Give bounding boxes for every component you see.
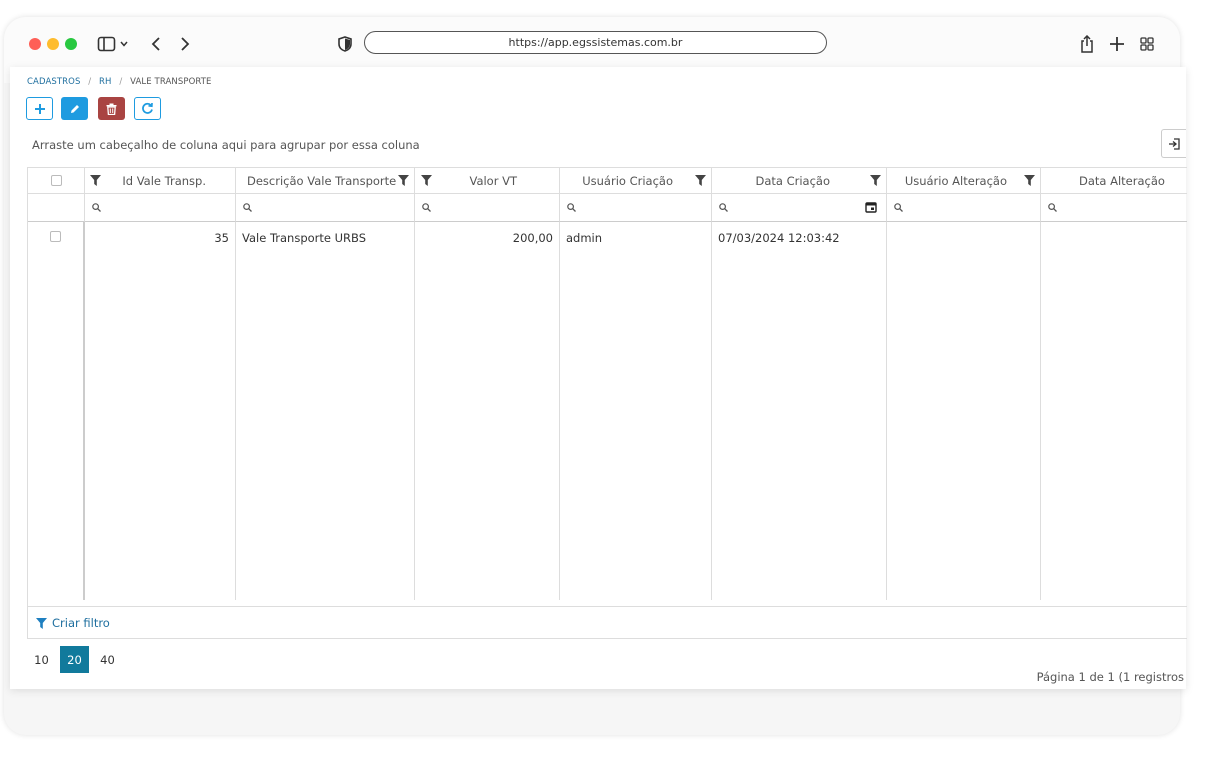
- sidebar-toggle-icon[interactable]: [97, 33, 131, 55]
- column-label: Usuário Criação: [582, 173, 673, 188]
- address-bar[interactable]: https://app.egssistemas.com.br: [364, 31, 827, 54]
- row-checkbox[interactable]: [50, 231, 61, 242]
- search-icon: [567, 203, 576, 212]
- search-icon: [1048, 203, 1057, 212]
- filter-cell-valor[interactable]: [415, 194, 560, 222]
- share-icon[interactable]: [1076, 33, 1098, 55]
- table-cell-usuario-alteracao[interactable]: [887, 222, 1041, 600]
- filter-funnel-icon[interactable]: [1024, 175, 1035, 186]
- filter-cell-empty: [28, 194, 85, 222]
- back-icon[interactable]: [145, 33, 167, 55]
- column-header-data-criacao[interactable]: Data Criação: [712, 168, 887, 194]
- filter-funnel-icon[interactable]: [90, 175, 101, 186]
- filter-funnel-icon[interactable]: [870, 175, 881, 186]
- search-icon: [719, 203, 728, 212]
- filter-cell-descricao[interactable]: [236, 194, 415, 222]
- filter-cell-data-criacao[interactable]: [712, 194, 887, 222]
- breadcrumb-item-cadastros[interactable]: CADASTROS: [27, 77, 80, 87]
- search-icon: [894, 203, 903, 212]
- filter-cell-usuario-alteracao[interactable]: [887, 194, 1041, 222]
- group-by-panel[interactable]: Arraste um cabeçalho de coluna aqui para…: [32, 138, 420, 152]
- delete-button[interactable]: [98, 97, 125, 120]
- column-header-data-alteracao[interactable]: Data Alteração: [1041, 168, 1187, 194]
- pagination-info: Página 1 de 1 (1 registros: [1036, 670, 1184, 684]
- filter-builder-footer: Criar filtro: [28, 606, 1187, 638]
- table-row-select-cell: [28, 222, 85, 600]
- column-header-descricao[interactable]: Descrição Vale Transporte: [236, 168, 415, 194]
- trash-icon: [106, 103, 117, 115]
- search-icon: [92, 203, 101, 212]
- column-label: Id Vale Transp.: [122, 173, 206, 188]
- column-label: Data Criação: [755, 173, 830, 188]
- breadcrumb: CADASTROS / RH / VALE TRANSPORTE: [27, 77, 212, 87]
- search-icon: [422, 203, 431, 212]
- table-cell-data-alteracao[interactable]: [1041, 222, 1187, 600]
- add-button[interactable]: [26, 97, 53, 120]
- data-grid: Id Vale Transp. Descrição Vale Transport…: [27, 167, 1187, 639]
- table-cell-data-criacao[interactable]: 07/03/2024 12:03:42: [712, 222, 887, 600]
- column-header-id[interactable]: Id Vale Transp.: [85, 168, 236, 194]
- select-all-cell: [28, 168, 85, 194]
- page-size-20[interactable]: 20: [60, 646, 89, 673]
- create-filter-link[interactable]: Criar filtro: [36, 616, 110, 630]
- column-label: Data Alteração: [1079, 173, 1165, 188]
- page-size-10[interactable]: 10: [27, 646, 56, 673]
- column-header-usuario-alteracao[interactable]: Usuário Alteração: [887, 168, 1041, 194]
- close-window-button[interactable]: [29, 38, 41, 50]
- edit-button[interactable]: [61, 97, 88, 120]
- filter-funnel-icon[interactable]: [398, 175, 409, 186]
- table-cell-usuario-criacao[interactable]: admin: [560, 222, 712, 600]
- minimize-window-button[interactable]: [47, 38, 59, 50]
- table-cell-id[interactable]: 35: [85, 222, 236, 600]
- export-button[interactable]: [1161, 129, 1186, 158]
- breadcrumb-item-current: VALE TRANSPORTE: [130, 77, 212, 87]
- shield-icon[interactable]: [334, 33, 356, 55]
- calendar-icon[interactable]: [865, 201, 877, 213]
- export-icon: [1169, 137, 1180, 150]
- filter-funnel-icon[interactable]: [695, 175, 706, 186]
- filter-cell-data-alteracao[interactable]: [1041, 194, 1187, 222]
- column-label: Valor VT: [469, 173, 517, 188]
- table-cell-valor[interactable]: 200,00: [415, 222, 560, 600]
- filter-cell-id[interactable]: [85, 194, 236, 222]
- filter-cell-usuario-criacao[interactable]: [560, 194, 712, 222]
- column-header-valor[interactable]: Valor VT: [415, 168, 560, 194]
- filter-funnel-icon: [36, 617, 47, 629]
- tab-overview-icon[interactable]: [1136, 33, 1158, 55]
- refresh-button[interactable]: [134, 97, 161, 120]
- pencil-icon: [70, 104, 79, 113]
- zoom-window-button[interactable]: [65, 38, 77, 50]
- page-size-40[interactable]: 40: [93, 646, 122, 673]
- new-tab-icon[interactable]: [1106, 33, 1128, 55]
- select-all-checkbox[interactable]: [50, 175, 62, 186]
- table-cell-descricao[interactable]: Vale Transporte URBS: [236, 222, 415, 600]
- column-label: Descrição Vale Transporte: [247, 173, 397, 188]
- refresh-icon: [142, 102, 153, 114]
- app-page: CADASTROS / RH / VALE TRANSPORTE Arraste…: [10, 67, 1187, 689]
- forward-icon[interactable]: [174, 33, 196, 55]
- search-icon: [243, 203, 252, 212]
- column-label: Usuário Alteração: [904, 173, 1007, 188]
- column-header-usuario-criacao[interactable]: Usuário Criação: [560, 168, 712, 194]
- filter-funnel-icon[interactable]: [421, 175, 432, 186]
- breadcrumb-item-rh[interactable]: RH: [99, 77, 112, 87]
- plus-icon: [34, 103, 45, 114]
